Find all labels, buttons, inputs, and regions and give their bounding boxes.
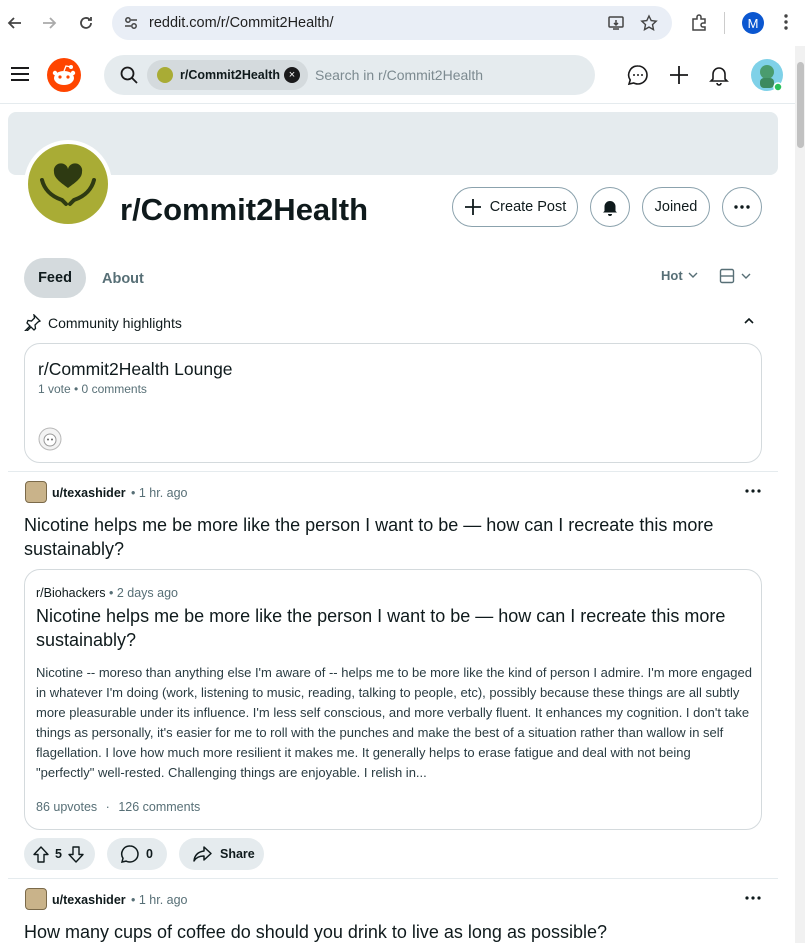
site-settings-icon[interactable] [123, 15, 139, 31]
search-bar[interactable]: r/Commit2Health × Search in r/Commit2Hea… [104, 55, 595, 95]
create-post-label: Create Post [489, 199, 567, 215]
post-time: • 1 hr. ago [131, 486, 188, 500]
subreddit-title: r/Commit2Health [120, 192, 369, 227]
bell-filled-icon [603, 201, 617, 216]
highlight-meta: 1 vote • 0 comments [38, 382, 147, 396]
reddit-logo-icon[interactable] [47, 58, 81, 92]
chip-close-icon[interactable]: × [284, 67, 300, 83]
card-view-icon [719, 268, 735, 284]
chip-label: r/Commit2Health [180, 68, 281, 82]
subreddit-avatar [24, 140, 112, 228]
install-app-icon[interactable] [607, 14, 625, 32]
toolbar-divider [724, 12, 725, 34]
community-highlights-label: Community highlights [48, 315, 182, 331]
crosspost-meta: r/Biohackers • 2 days ago [36, 586, 178, 600]
comments-button[interactable]: 0 [107, 838, 167, 870]
url-text: reddit.com/r/Commit2Health/ [149, 15, 334, 31]
subreddit-more-button[interactable] [722, 187, 762, 227]
view-toggle[interactable] [715, 264, 755, 288]
browser-toolbar: reddit.com/r/Commit2Health/ M [0, 0, 805, 46]
pin-icon [24, 314, 41, 331]
more-menu-icon[interactable] [784, 13, 788, 31]
profile-avatar[interactable]: M [742, 12, 764, 34]
scrollbar-thumb[interactable] [797, 62, 804, 148]
forward-arrow-icon[interactable] [37, 11, 61, 35]
subreddit-search-chip[interactable]: r/Commit2Health × [147, 60, 308, 90]
stats-separator: · [105, 800, 110, 814]
chat-icon[interactable] [627, 64, 649, 86]
author-avatar[interactable] [25, 481, 47, 503]
user-avatar-icon[interactable] [750, 58, 784, 92]
post-options-icon[interactable] [745, 489, 761, 493]
chevron-down-icon [688, 272, 698, 278]
joined-label: Joined [654, 199, 698, 215]
crosspost-body: Nicotine -- moreso than anything else I'… [36, 665, 752, 780]
joined-button[interactable]: Joined [642, 187, 710, 227]
back-arrow-icon[interactable] [3, 11, 27, 35]
vote-count: 5 [55, 847, 62, 861]
notification-bell-button[interactable] [590, 187, 630, 227]
hands-heart-icon [40, 163, 96, 206]
crosspost-time: • 2 days ago [108, 586, 178, 600]
page-scrollbar[interactable] [795, 46, 805, 943]
address-bar[interactable]: reddit.com/r/Commit2Health/ [112, 6, 672, 40]
tab-feed[interactable]: Feed [24, 258, 86, 298]
collapse-chevron-icon[interactable] [744, 318, 754, 324]
vote-controls: 5 [24, 838, 95, 870]
downvote-icon[interactable] [68, 845, 84, 863]
search-input[interactable]: Search in r/Commit2Health [315, 67, 483, 83]
share-arrow-icon [193, 846, 212, 862]
view-chevron-icon [741, 273, 751, 279]
feed-divider [8, 471, 778, 472]
highlight-card[interactable]: r/Commit2Health Lounge 1 vote • 0 commen… [24, 343, 762, 463]
crosspost-card[interactable]: r/Biohackers • 2 days ago Nicotine helps… [24, 569, 762, 830]
comment-count: 0 [146, 847, 153, 861]
crosspost-stats: 86 upvotes · 126 comments [36, 800, 200, 814]
post-title[interactable]: How many cups of coffee do should you dr… [24, 920, 764, 943]
ellipsis-icon [734, 205, 750, 209]
post-time: • 1 hr. ago [131, 893, 188, 907]
create-plus-icon[interactable] [668, 64, 690, 86]
chip-subreddit-icon [157, 67, 173, 83]
share-label: Share [220, 847, 255, 861]
highlight-title: r/Commit2Health Lounge [38, 359, 233, 379]
crosspost-upvotes: 86 upvotes [36, 800, 98, 814]
tab-about[interactable]: About [102, 271, 144, 287]
snoo-avatar-icon [38, 427, 62, 451]
comment-bubble-icon [120, 845, 139, 863]
bookmark-star-icon[interactable] [640, 14, 658, 32]
sort-dropdown[interactable]: Hot [655, 262, 701, 290]
extensions-icon[interactable] [690, 13, 708, 31]
plus-icon [464, 199, 481, 215]
post-divider [8, 878, 778, 879]
post-author[interactable]: u/texashider [52, 486, 126, 500]
author-avatar[interactable] [25, 888, 47, 910]
subreddit-banner [8, 112, 778, 175]
upvote-icon[interactable] [33, 845, 49, 863]
hamburger-menu-icon[interactable] [10, 65, 30, 83]
crosspost-subreddit[interactable]: r/Biohackers [36, 586, 105, 600]
crosspost-title[interactable]: Nicotine helps me be more like the perso… [36, 604, 752, 652]
search-icon [120, 66, 138, 84]
crosspost-comments[interactable]: 126 comments [118, 800, 200, 814]
post-title[interactable]: Nicotine helps me be more like the perso… [24, 513, 764, 561]
share-button[interactable]: Share [179, 838, 264, 870]
notifications-bell-icon[interactable] [708, 64, 730, 86]
create-post-button[interactable]: Create Post [452, 187, 578, 227]
reload-icon[interactable] [74, 11, 98, 35]
post-author[interactable]: u/texashider [52, 893, 126, 907]
post-options-icon[interactable] [745, 896, 761, 900]
sort-label: Hot [661, 268, 683, 283]
reddit-header: r/Commit2Health × Search in r/Commit2Hea… [0, 46, 805, 104]
